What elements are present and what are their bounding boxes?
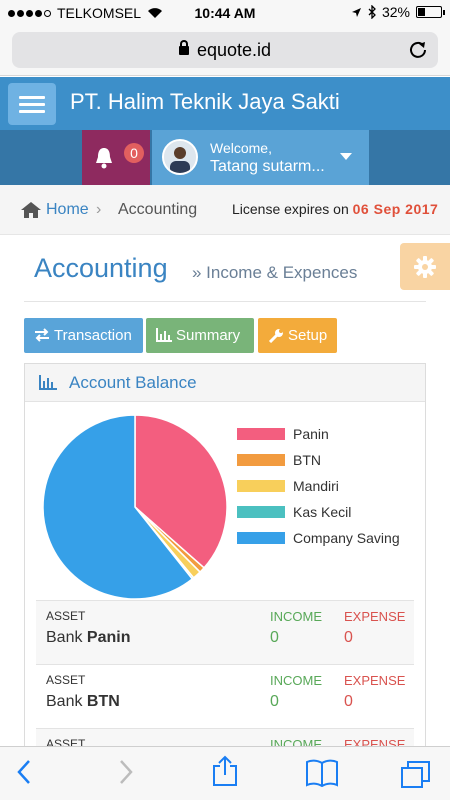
- share-icon[interactable]: [212, 755, 238, 787]
- lock-icon: [178, 40, 189, 55]
- user-menu[interactable]: Welcome, Tatang sutarm...: [152, 130, 369, 185]
- license-info: License expires on 06 Sep 2017: [232, 201, 438, 217]
- income-value: 0: [270, 629, 279, 646]
- bar-chart-icon: [156, 328, 172, 342]
- user-name: Tatang sutarm...: [210, 158, 325, 175]
- legend-swatch: [237, 454, 285, 466]
- breadcrumb-home[interactable]: Home: [46, 201, 89, 219]
- page-title: Accounting: [34, 253, 168, 283]
- asset-bank: Panin: [86, 629, 131, 646]
- battery-icon: [416, 6, 445, 18]
- bell-icon: [96, 148, 112, 169]
- tabs-icon[interactable]: [400, 759, 432, 789]
- expense-value: 0: [344, 629, 353, 646]
- account-balance-panel: Account Balance Panin BTN Mandiri Kas Kecil…: [24, 363, 426, 800]
- legend-label: Mandiri: [293, 478, 339, 494]
- bar-chart-icon: [39, 375, 57, 390]
- menu-button[interactable]: [8, 83, 56, 125]
- app-header: PT. Halim Teknik Jaya Sakti: [0, 77, 450, 130]
- exchange-icon: [35, 328, 49, 342]
- asset-bank: BTN: [86, 693, 120, 710]
- asset-prefix: Bank: [46, 629, 83, 646]
- panel-title: Account Balance: [69, 373, 197, 392]
- transaction-button[interactable]: Transaction: [24, 318, 143, 353]
- legend-label: BTN: [293, 452, 321, 468]
- back-icon[interactable]: [16, 759, 32, 785]
- expense-header: EXPENSE: [344, 673, 406, 688]
- title-divider: [24, 301, 426, 302]
- home-icon[interactable]: [20, 201, 42, 219]
- table-row[interactable]: ASSET Bank Panin INCOME 0 EXPENSE 0: [36, 600, 414, 664]
- address-bar[interactable]: equote.id: [12, 32, 438, 68]
- legend-label: Company Saving: [293, 530, 400, 546]
- welcome-text: Welcome,: [210, 140, 272, 156]
- expense-value: 0: [344, 693, 353, 710]
- panel-header: Account Balance: [25, 364, 425, 402]
- breadcrumb-current: Accounting: [118, 201, 198, 218]
- income-value: 0: [270, 693, 279, 710]
- breadcrumb-separator: ›: [96, 201, 102, 218]
- summary-button[interactable]: Summary: [146, 318, 254, 353]
- legend-label: Panin: [293, 426, 329, 442]
- notifications-button[interactable]: 0: [82, 130, 150, 185]
- income-header: INCOME: [270, 673, 322, 688]
- table-row[interactable]: ASSET Bank BTN INCOME 0 EXPENSE 0: [36, 664, 414, 728]
- status-bar: TELKOMSEL 10:44 AM 32%: [0, 0, 450, 26]
- battery-percent: 32%: [381, 4, 410, 20]
- avatar: [162, 139, 198, 175]
- asset-name: Bank BTN: [46, 693, 120, 711]
- url-text-wrap: equote.id: [12, 40, 438, 61]
- company-name: PT. Halim Teknik Jaya Sakti: [70, 89, 340, 114]
- bookmarks-icon[interactable]: [305, 759, 339, 787]
- settings-button[interactable]: [400, 243, 450, 290]
- gear-icon: [414, 256, 436, 278]
- notification-badge: 0: [124, 143, 144, 163]
- setup-label: Setup: [288, 327, 328, 344]
- reload-icon[interactable]: [408, 39, 428, 59]
- expense-header: EXPENSE: [344, 609, 406, 624]
- bluetooth-icon: [368, 5, 376, 19]
- asset-header: ASSET: [46, 673, 86, 687]
- page-subtitle: » Income & Expences: [192, 263, 358, 282]
- asset-name: Bank Panin: [46, 629, 130, 647]
- account-pie-chart: [42, 414, 228, 600]
- status-right: 32%: [351, 4, 445, 20]
- asset-prefix: Bank: [46, 693, 83, 710]
- legend-label: Kas Kecil: [293, 504, 352, 520]
- breadcrumb: Home › Accounting License expires on 06 …: [0, 185, 450, 235]
- income-header: INCOME: [270, 609, 322, 624]
- browser-toolbar: equote.id: [0, 26, 450, 76]
- legend-swatch: [237, 506, 285, 518]
- browser-bottom-bar: [0, 746, 450, 800]
- wrench-icon: [268, 329, 283, 343]
- url-text: equote.id: [196, 40, 272, 60]
- summary-label: Summary: [176, 327, 241, 344]
- legend-swatch: [237, 532, 285, 544]
- asset-header: ASSET: [46, 609, 86, 623]
- setup-button[interactable]: Setup: [258, 318, 337, 353]
- transaction-label: Transaction: [54, 327, 132, 344]
- legend-swatch: [237, 428, 285, 440]
- license-date: 06 Sep 2017: [352, 201, 439, 217]
- location-icon: [351, 7, 361, 17]
- legend-swatch: [237, 480, 285, 492]
- chevron-down-icon: [340, 153, 352, 160]
- forward-icon[interactable]: [118, 759, 134, 785]
- license-label: License expires on: [232, 201, 349, 217]
